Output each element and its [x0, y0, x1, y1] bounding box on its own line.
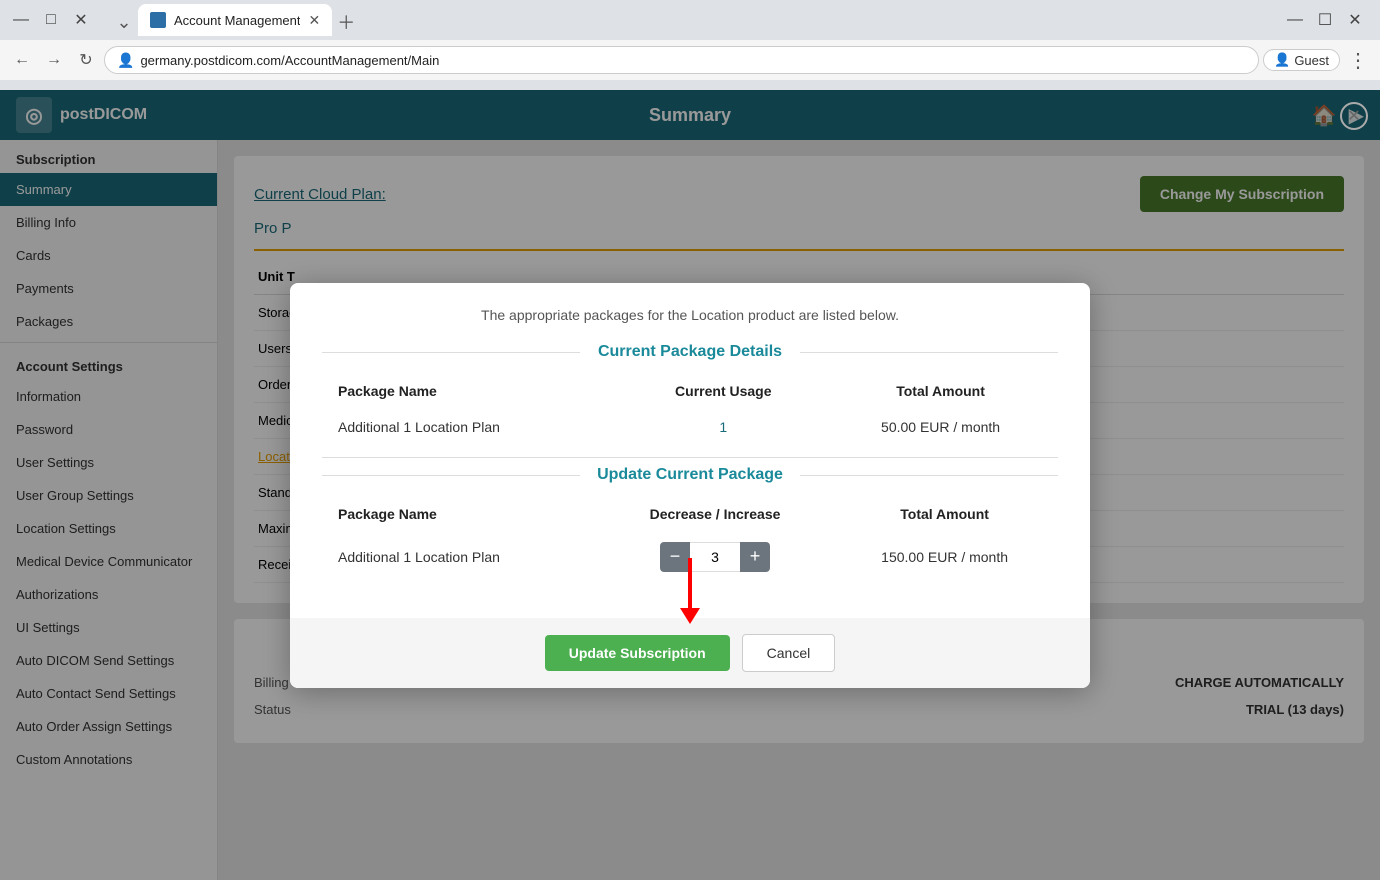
add-tab-btn[interactable]: ＋ [332, 8, 360, 36]
reload-btn[interactable]: ↻ [72, 46, 100, 74]
subscription-modal: The appropriate packages for the Locatio… [290, 283, 1090, 688]
arrow-head [680, 608, 700, 624]
update-total-amount: 150.00 EUR / month [831, 532, 1058, 582]
new-tab-btn[interactable]: ⌄ [110, 8, 138, 36]
col-package-name: Package Name [322, 373, 623, 409]
current-package-section-title: Current Package Details [322, 343, 1058, 361]
update-col-package-name: Package Name [322, 496, 599, 532]
modal-overlay: The appropriate packages for the Locatio… [0, 90, 1380, 880]
address-lock-icon: 👤 [117, 52, 134, 69]
col-total-amount-header: Total Amount [823, 373, 1058, 409]
profile-label: Guest [1294, 53, 1329, 68]
minimize-btn[interactable]: — [8, 7, 34, 33]
browser-titlebar: — □ ✕ ⌄ Account Management ✕ ＋ — ☐ ✕ [0, 0, 1380, 40]
current-total-amount: 50.00 EUR / month [823, 409, 1058, 445]
update-col-decrease-increase: Decrease / Increase [599, 496, 831, 532]
profile-icon: 👤 [1274, 52, 1290, 68]
tab-favicon [150, 12, 166, 28]
arrow-line [688, 558, 692, 608]
more-options-btn[interactable]: ⋮ [1344, 46, 1372, 74]
update-col-total-amount: Total Amount [831, 496, 1058, 532]
tab-title: Account Management [174, 13, 300, 28]
qty-increase-btn[interactable]: + [740, 542, 770, 572]
browser-window-controls: — □ ✕ [8, 7, 94, 33]
current-package-table: Package Name Current Usage Total Amount … [322, 373, 1058, 445]
red-arrow-indicator [680, 558, 700, 624]
update-subscription-btn[interactable]: Update Subscription [545, 635, 730, 671]
col-current-usage: Current Usage [623, 373, 823, 409]
current-package-name: Additional 1 Location Plan [322, 409, 623, 445]
browser-chrome: — □ ✕ ⌄ Account Management ✕ ＋ — ☐ ✕ ← →… [0, 0, 1380, 90]
tab-close-btn[interactable]: ✕ [308, 12, 320, 29]
restore-btn[interactable]: □ [38, 7, 64, 33]
window-minimize-btn[interactable]: — [1282, 7, 1308, 33]
section-divider [322, 457, 1058, 458]
close-window-btn[interactable]: ✕ [68, 7, 94, 33]
address-text: germany.postdicom.com/AccountManagement/… [140, 53, 1246, 68]
qty-cell: − + [599, 532, 831, 582]
qty-control: − + [615, 542, 815, 572]
window-close-btn[interactable]: ✕ [1342, 7, 1368, 33]
back-btn[interactable]: ← [8, 46, 36, 74]
update-package-name: Additional 1 Location Plan [322, 532, 599, 582]
current-package-row: Additional 1 Location Plan 1 50.00 EUR /… [322, 409, 1058, 445]
modal-subtitle: The appropriate packages for the Locatio… [322, 307, 1058, 323]
update-package-section-title: Update Current Package [322, 466, 1058, 484]
profile-btn[interactable]: 👤 Guest [1263, 49, 1340, 71]
forward-btn[interactable]: → [40, 46, 68, 74]
modal-footer: Update Subscription Cancel [290, 618, 1090, 688]
tab-bar: ⌄ Account Management ✕ ＋ [102, 4, 368, 36]
nav-bar: ← → ↻ 👤 germany.postdicom.com/AccountMan… [0, 40, 1380, 80]
cancel-btn[interactable]: Cancel [742, 634, 836, 672]
address-bar[interactable]: 👤 germany.postdicom.com/AccountManagemen… [104, 46, 1259, 74]
window-restore-btn[interactable]: ☐ [1312, 7, 1338, 33]
active-tab[interactable]: Account Management ✕ [138, 4, 332, 36]
current-usage-value: 1 [623, 409, 823, 445]
